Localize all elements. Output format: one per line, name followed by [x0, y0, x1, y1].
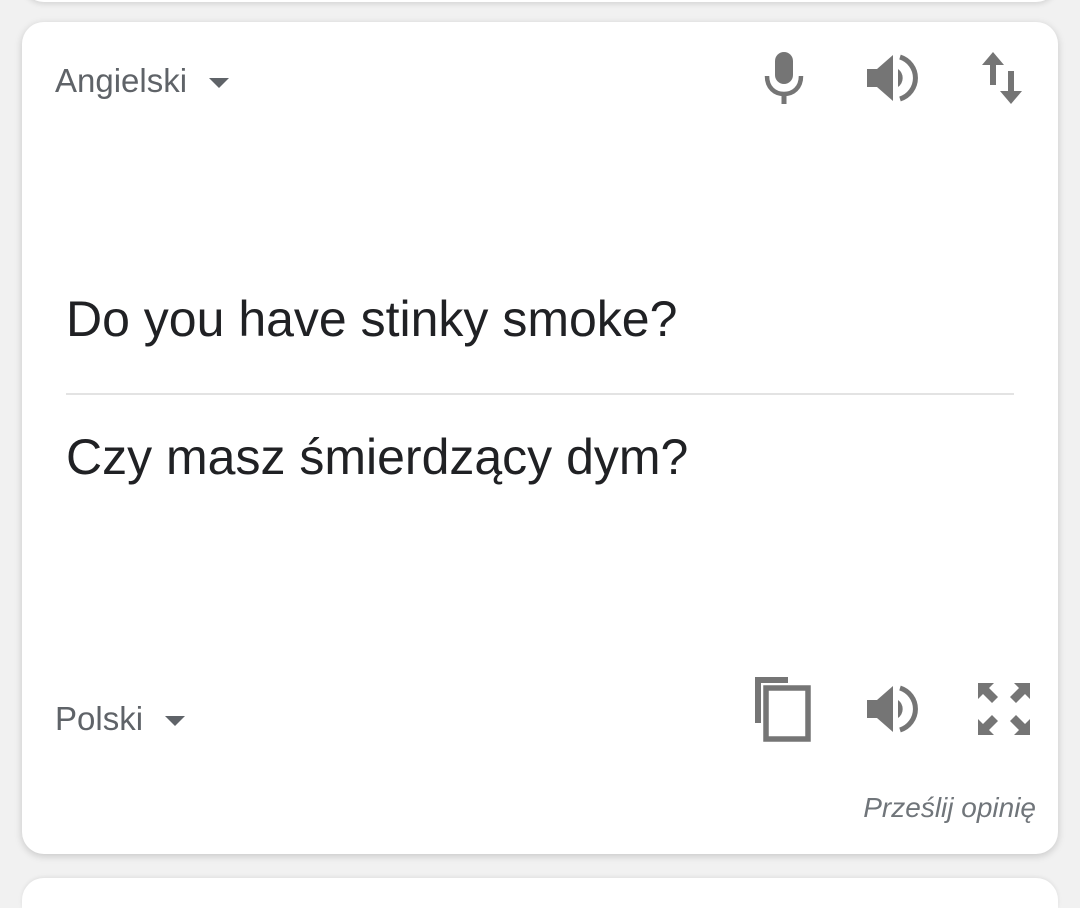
source-speak-button[interactable]	[862, 46, 926, 110]
microphone-button[interactable]	[752, 46, 816, 110]
microphone-icon	[764, 52, 804, 104]
translated-text: Czy masz śmierdzący dym?	[66, 429, 689, 485]
speaker-icon	[867, 54, 918, 102]
fullscreen-icon	[978, 683, 1030, 735]
swap-languages-icon	[982, 52, 1022, 104]
source-language-selector[interactable]: Angielski	[55, 62, 230, 100]
source-language-label: Angielski	[55, 62, 188, 99]
target-language-selector[interactable]: Polski	[55, 700, 186, 738]
target-speak-button[interactable]	[862, 677, 926, 741]
chevron-down-icon	[165, 716, 186, 726]
next-card-edge	[22, 878, 1058, 908]
fullscreen-button[interactable]	[972, 677, 1036, 741]
previous-card-edge	[22, 0, 1058, 2]
copy-button[interactable]	[749, 676, 813, 742]
send-feedback-link[interactable]: Prześlij opinię	[863, 792, 1036, 824]
divider	[66, 393, 1014, 395]
copy-icon	[755, 677, 811, 742]
swap-languages-button[interactable]	[970, 46, 1034, 110]
source-text[interactable]: Do you have stinky smoke?	[66, 290, 677, 348]
translation-card: Angielski Do you have stinky smoke? Czy …	[22, 22, 1058, 854]
chevron-down-icon	[209, 78, 230, 88]
speaker-icon	[867, 685, 918, 733]
target-language-label: Polski	[55, 700, 144, 737]
